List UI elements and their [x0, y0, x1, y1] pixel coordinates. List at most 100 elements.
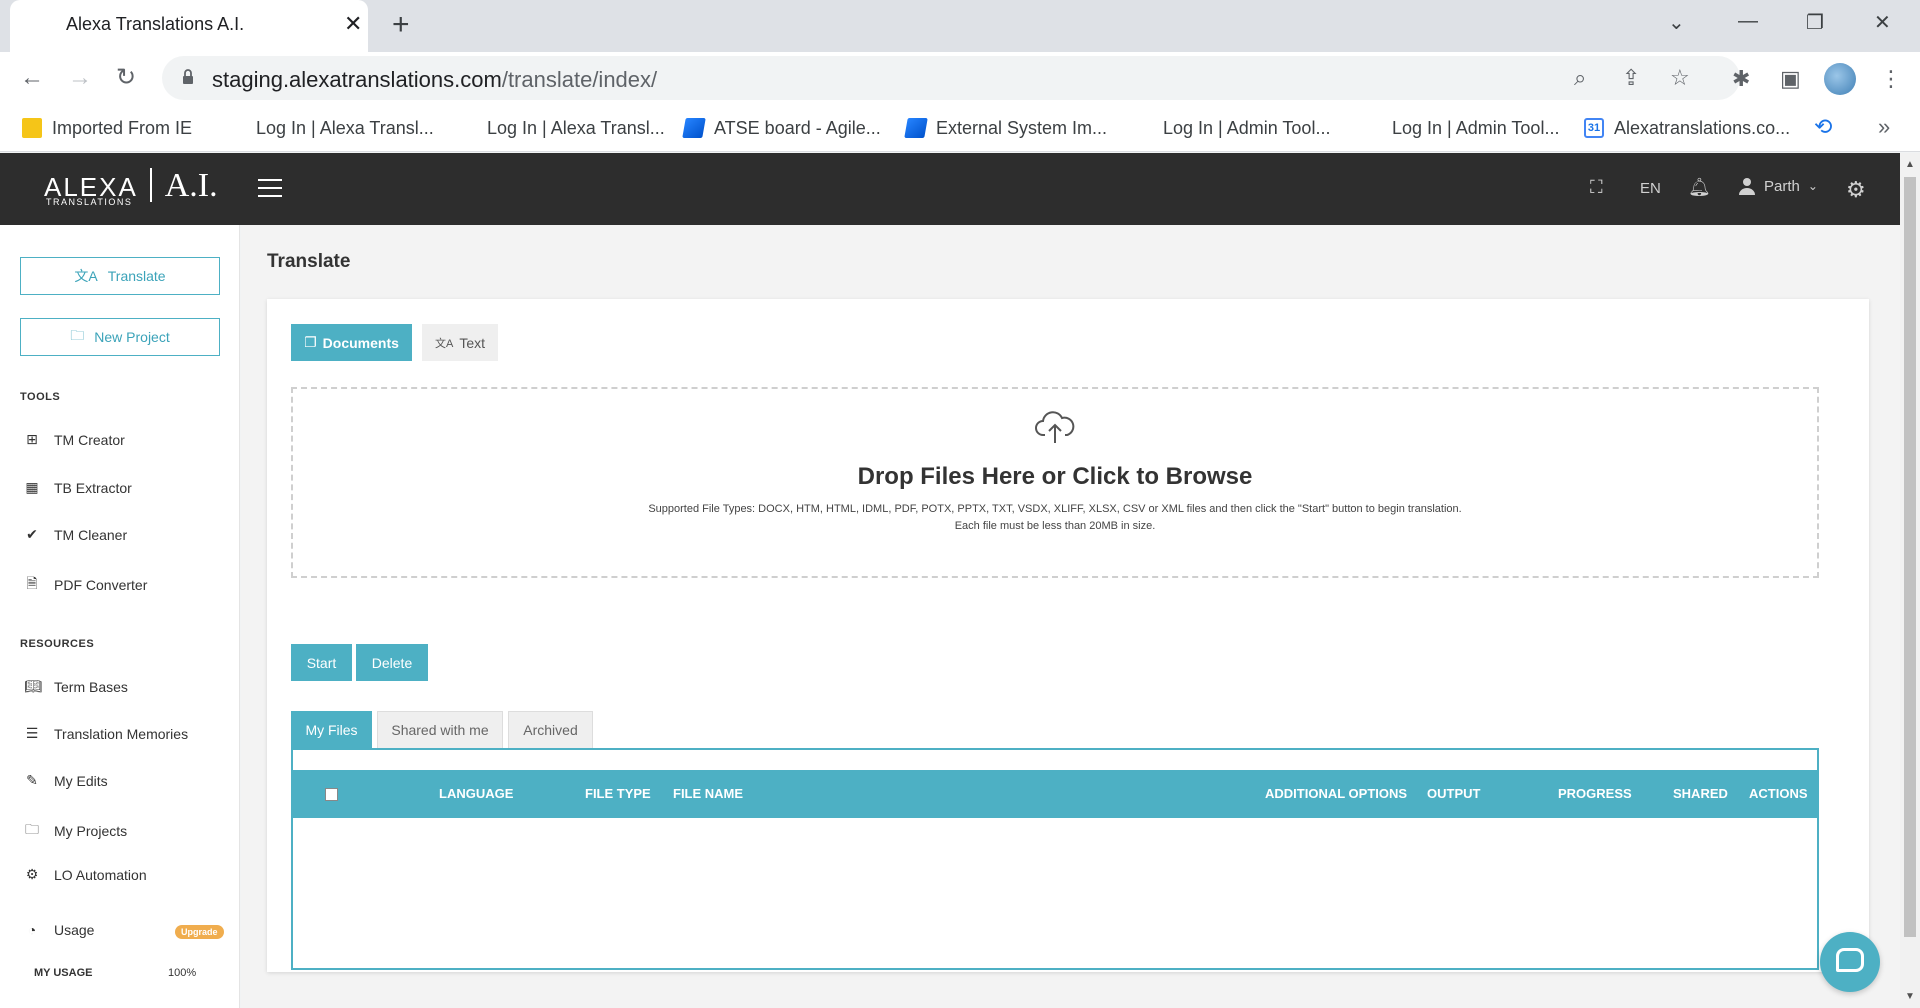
column-header-language[interactable]: LANGUAGE	[439, 786, 513, 801]
column-header-file-type[interactable]: FILE TYPE	[585, 786, 651, 801]
bookmark-label: External System Im...	[936, 117, 1108, 138]
reload-icon[interactable]: ↻	[116, 64, 136, 92]
bookmark-item[interactable]: Log In | Alexa Transl...	[487, 114, 665, 142]
column-header-file-name[interactable]: FILE NAME	[673, 786, 743, 801]
page-scrollbar[interactable]: ▲ ▼	[1900, 153, 1920, 1008]
delete-button[interactable]: Delete	[356, 644, 428, 681]
bookmark-label: Log In | Alexa Transl...	[487, 117, 665, 138]
tools-heading: TOOLS	[20, 391, 61, 403]
sidebar-item-label: TM Cleaner	[54, 526, 128, 543]
sidebar-item-my-edits[interactable]: ✎ My Edits	[24, 772, 108, 789]
sidebar-item-tb-extractor[interactable]: ▦ TB Extractor	[24, 479, 132, 496]
translate-label: Translate	[107, 268, 166, 284]
tab-archived[interactable]: Archived	[508, 711, 593, 748]
file-icon: 🗎︎	[26, 575, 38, 591]
user-menu[interactable]: Parth ⌄	[1738, 177, 1818, 195]
dropzone-help: Supported File Types: DOCX, HTM, HTML, I…	[293, 501, 1817, 535]
sidebar-item-label: Usage	[54, 922, 95, 938]
sidebar-item-label: TB Extractor	[54, 479, 132, 496]
bell-icon[interactable]: 🔔︎	[1688, 177, 1711, 198]
close-window-icon[interactable]: ✕	[1874, 10, 1891, 35]
start-button[interactable]: Start	[291, 644, 352, 681]
sidebar-item-tm-cleaner[interactable]: ✔ TM Cleaner	[24, 526, 127, 543]
language-selector[interactable]: EN	[1640, 180, 1661, 197]
side-panel-icon[interactable]: ▣	[1780, 66, 1801, 92]
translate-button[interactable]: 文A Translate	[20, 257, 220, 295]
browser-tab[interactable]: Alexa Translations A.I. ✕	[10, 0, 368, 52]
table-header: LANGUAGE FILE TYPE FILE NAME ADDITIONAL …	[293, 770, 1817, 818]
folder-icon	[22, 118, 42, 138]
chevron-down-icon: ⌄	[1807, 179, 1818, 193]
column-header-actions[interactable]: ACTIONS	[1749, 786, 1808, 801]
tab-shared-with-me[interactable]: Shared with me	[377, 711, 503, 748]
restore-icon[interactable]: ❐	[1806, 10, 1824, 35]
sidebar-item-my-projects[interactable]: 🗀︎ My Projects	[24, 819, 127, 843]
hamburger-menu-icon[interactable]	[258, 179, 282, 197]
sidebar-item-lo-automation[interactable]: ⚙ LO Automation	[24, 866, 147, 883]
menu-dots-icon[interactable]: ⋮	[1880, 66, 1902, 92]
fullscreen-icon[interactable]: ⛶	[1590, 177, 1603, 198]
bookmark-item[interactable]: Log In | Alexa Transl...	[256, 114, 434, 142]
scroll-up-icon[interactable]: ▲	[1905, 159, 1915, 170]
zoom-icon[interactable]: ⌕	[1574, 65, 1586, 91]
tab-my-files[interactable]: My Files	[291, 711, 372, 748]
url-text: staging.alexatranslations.com/translate/…	[212, 67, 657, 93]
back-icon[interactable]: ←	[20, 64, 44, 92]
text-label: Text	[459, 334, 486, 351]
app-header: ALEXA A.I. TRANSLATIONS ⛶ EN 🔔︎ Parth ⌄ …	[0, 153, 1900, 225]
sidebar-item-term-bases[interactable]: 📖︎ Term Bases	[24, 678, 128, 695]
new-project-label: New Project	[94, 329, 170, 345]
grid-icon: ▦	[25, 479, 39, 495]
minimize-icon[interactable]: —	[1738, 10, 1758, 33]
bookmark-item[interactable]: Imported From IE	[22, 114, 192, 142]
sidebar: 文A Translate 🗀︎ New Project TOOLS ⊞ TM C…	[0, 225, 240, 1008]
extensions-icon[interactable]: ✱	[1732, 66, 1750, 92]
logo-ai: A.I.	[164, 167, 218, 204]
bookmark-item[interactable]: 31 Alexatranslations.co...	[1584, 114, 1790, 142]
bookmark-label: Log In | Alexa Transl...	[256, 117, 434, 138]
column-header-shared[interactable]: SHARED	[1673, 786, 1728, 801]
logo-separator	[150, 168, 153, 202]
sidebar-item-label: PDF Converter	[54, 577, 148, 593]
documents-tab[interactable]: ❐ Documents	[291, 324, 412, 361]
scroll-down-icon[interactable]: ▼	[1905, 991, 1915, 1002]
upgrade-badge[interactable]: Upgrade	[175, 925, 224, 939]
profile-avatar[interactable]	[1824, 63, 1856, 95]
sidebar-item-usage[interactable]: ◔ Usage	[24, 922, 95, 938]
url-path: /translate/index/	[501, 67, 658, 92]
column-header-additional-options[interactable]: ADDITIONAL OPTIONS	[1265, 786, 1407, 801]
documents-label: Documents	[322, 334, 399, 351]
select-all-checkbox[interactable]	[325, 788, 338, 801]
bookmark-item[interactable]: External System Im...	[904, 114, 1108, 142]
scroll-thumb[interactable]	[1904, 177, 1916, 937]
sidebar-item-translation-memories[interactable]: ☰ Translation Memories	[24, 725, 188, 742]
cloud-upload-icon	[1035, 411, 1075, 443]
new-tab-icon[interactable]: +	[392, 10, 410, 40]
sidebar-item-label: My Projects	[54, 823, 128, 839]
address-bar[interactable]: staging.alexatranslations.com/translate/…	[162, 56, 1740, 100]
gear-icon[interactable]: ⚙	[1846, 177, 1866, 203]
history-icon[interactable]: ⟲	[1814, 114, 1832, 140]
bookmarks-bar: Imported From IE Log In | Alexa Transl..…	[0, 104, 1920, 152]
text-tab[interactable]: 文A Text	[422, 324, 498, 361]
sidebar-item-pdf-converter[interactable]: 🗎︎ PDF Converter	[24, 573, 147, 597]
tab-close-icon[interactable]: ✕	[344, 12, 362, 36]
column-header-output[interactable]: OUTPUT	[1427, 786, 1480, 801]
folder-icon: 🗀︎	[25, 821, 39, 837]
forward-icon[interactable]: →	[68, 64, 92, 92]
more-bookmarks-icon[interactable]: »	[1878, 114, 1890, 140]
resources-heading: RESOURCES	[20, 638, 95, 650]
share-icon[interactable]: ⇪	[1622, 65, 1640, 91]
bookmark-item[interactable]: Log In | Admin Tool...	[1163, 114, 1330, 142]
lock-icon	[183, 69, 193, 84]
file-dropzone[interactable]: Drop Files Here or Click to Browse Suppo…	[291, 387, 1819, 578]
bookmark-star-icon[interactable]: ☆	[1670, 65, 1690, 91]
new-project-button[interactable]: 🗀︎ New Project	[20, 318, 220, 356]
jira-icon	[904, 118, 928, 138]
tab-search-chevron-icon[interactable]: ⌄	[1668, 10, 1685, 35]
chat-widget-button[interactable]	[1820, 932, 1880, 992]
bookmark-item[interactable]: Log In | Admin Tool...	[1392, 114, 1559, 142]
column-header-progress[interactable]: PROGRESS	[1558, 786, 1632, 801]
sidebar-item-tm-creator[interactable]: ⊞ TM Creator	[24, 431, 125, 448]
bookmark-item[interactable]: ATSE board - Agile...	[682, 114, 881, 142]
